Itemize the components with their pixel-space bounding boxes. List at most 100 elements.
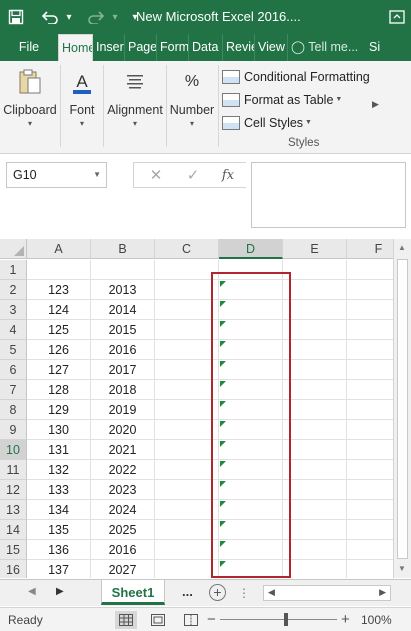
cell-e15[interactable]: [283, 540, 347, 560]
zoom-in-icon[interactable]: +: [341, 611, 350, 628]
cell-c5[interactable]: [155, 340, 219, 360]
row-header[interactable]: 8: [0, 400, 27, 420]
tab-review[interactable]: Review: [223, 34, 255, 61]
ribbon-display-options-icon[interactable]: [386, 7, 408, 27]
error-indicator-icon[interactable]: [220, 541, 226, 547]
row-header[interactable]: 7: [0, 380, 27, 400]
cell-c14[interactable]: [155, 520, 219, 540]
row-header[interactable]: 1: [0, 260, 27, 280]
cell-b14[interactable]: 2025: [91, 520, 155, 540]
cell-f2[interactable]: [347, 280, 393, 300]
page-layout-view-icon[interactable]: [147, 611, 169, 629]
tell-me-search[interactable]: ◯ Tell me...: [288, 34, 366, 61]
cell-c15[interactable]: [155, 540, 219, 560]
cell-a3[interactable]: 124: [27, 300, 91, 320]
cell-b10[interactable]: 2021: [91, 440, 155, 460]
row-header[interactable]: 14: [0, 520, 27, 540]
cell-b5[interactable]: 2016: [91, 340, 155, 360]
cell-f5[interactable]: [347, 340, 393, 360]
cell-d1[interactable]: [219, 260, 283, 280]
cell-e8[interactable]: [283, 400, 347, 420]
number-group[interactable]: % Number ▾: [168, 61, 216, 154]
enter-icon[interactable]: ✓: [181, 163, 205, 187]
cell-d13[interactable]: [219, 500, 283, 520]
cell-e1[interactable]: [283, 260, 347, 280]
font-group[interactable]: A Font ▾: [62, 61, 102, 154]
cell-c8[interactable]: [155, 400, 219, 420]
cell-d10[interactable]: [219, 440, 283, 460]
cell-c10[interactable]: [155, 440, 219, 460]
row-header[interactable]: 9: [0, 420, 27, 440]
cell-f11[interactable]: [347, 460, 393, 480]
cell-d12[interactable]: [219, 480, 283, 500]
add-sheet-icon[interactable]: +: [209, 584, 226, 601]
cell-d7[interactable]: [219, 380, 283, 400]
tab-insert[interactable]: Insert: [93, 34, 125, 61]
cell-f14[interactable]: [347, 520, 393, 540]
cell-a9[interactable]: 130: [27, 420, 91, 440]
cell-e9[interactable]: [283, 420, 347, 440]
cell-a8[interactable]: 129: [27, 400, 91, 420]
error-indicator-icon[interactable]: [220, 401, 226, 407]
insert-function-icon[interactable]: fx: [216, 163, 240, 187]
cell-d9[interactable]: [219, 420, 283, 440]
tab-page-layout[interactable]: Page Layout: [125, 34, 157, 61]
save-icon[interactable]: [2, 0, 30, 34]
zoom-slider-thumb[interactable]: [284, 613, 288, 626]
cell-e5[interactable]: [283, 340, 347, 360]
name-box[interactable]: G10 ▼: [6, 162, 107, 188]
format-as-table-button[interactable]: Format as Table ▼: [222, 88, 370, 111]
tab-home[interactable]: Home: [58, 34, 93, 61]
cell-b15[interactable]: 2016: [91, 540, 155, 560]
cell-d6[interactable]: [219, 360, 283, 380]
cell-f6[interactable]: [347, 360, 393, 380]
cell-b3[interactable]: 2014: [91, 300, 155, 320]
cell-f13[interactable]: [347, 500, 393, 520]
cell-a5[interactable]: 126: [27, 340, 91, 360]
scroll-down-icon[interactable]: ▼: [398, 564, 406, 573]
select-all-button[interactable]: [0, 239, 27, 259]
cell-f8[interactable]: [347, 400, 393, 420]
cell-f4[interactable]: [347, 320, 393, 340]
tab-sign-in[interactable]: Si: [366, 34, 381, 61]
error-indicator-icon[interactable]: [220, 361, 226, 367]
column-header-e[interactable]: E: [283, 239, 347, 259]
column-header-b[interactable]: B: [91, 239, 155, 259]
error-indicator-icon[interactable]: [220, 481, 226, 487]
tab-data[interactable]: Data: [189, 34, 223, 61]
scroll-up-icon[interactable]: ▲: [398, 243, 406, 252]
normal-view-icon[interactable]: [115, 611, 137, 629]
cell-c12[interactable]: [155, 480, 219, 500]
error-indicator-icon[interactable]: [220, 561, 226, 567]
error-indicator-icon[interactable]: [220, 501, 226, 507]
clipboard-group[interactable]: Clipboard ▾: [0, 61, 60, 154]
error-indicator-icon[interactable]: [220, 441, 226, 447]
column-header-c[interactable]: C: [155, 239, 219, 259]
cell-d2[interactable]: [219, 280, 283, 300]
cell-c6[interactable]: [155, 360, 219, 380]
cell-b11[interactable]: 2022: [91, 460, 155, 480]
cell-a6[interactable]: 127: [27, 360, 91, 380]
error-indicator-icon[interactable]: [220, 321, 226, 327]
error-indicator-icon[interactable]: [220, 281, 226, 287]
cell-b9[interactable]: 2020: [91, 420, 155, 440]
vertical-scrollbar[interactable]: ▲ ▼: [393, 239, 411, 578]
column-header-f[interactable]: F: [347, 239, 393, 259]
row-header[interactable]: 2: [0, 280, 27, 300]
cell-a4[interactable]: 125: [27, 320, 91, 340]
sheet-tab-sheet1[interactable]: Sheet1: [101, 580, 165, 605]
cell-b7[interactable]: 2018: [91, 380, 155, 400]
row-header[interactable]: 15: [0, 540, 27, 560]
cell-a12[interactable]: 133: [27, 480, 91, 500]
cell-e6[interactable]: [283, 360, 347, 380]
page-break-view-icon[interactable]: [180, 611, 202, 629]
alignment-group[interactable]: Alignment ▾: [105, 61, 165, 154]
cell-a16[interactable]: 137: [27, 560, 91, 578]
cell-c3[interactable]: [155, 300, 219, 320]
cell-styles-button[interactable]: Cell Styles ▼: [222, 111, 370, 134]
chevron-down-icon[interactable]: ▼: [93, 163, 101, 187]
tab-formulas[interactable]: Formulas: [157, 34, 189, 61]
cell-e4[interactable]: [283, 320, 347, 340]
cell-d15[interactable]: [219, 540, 283, 560]
cell-e3[interactable]: [283, 300, 347, 320]
